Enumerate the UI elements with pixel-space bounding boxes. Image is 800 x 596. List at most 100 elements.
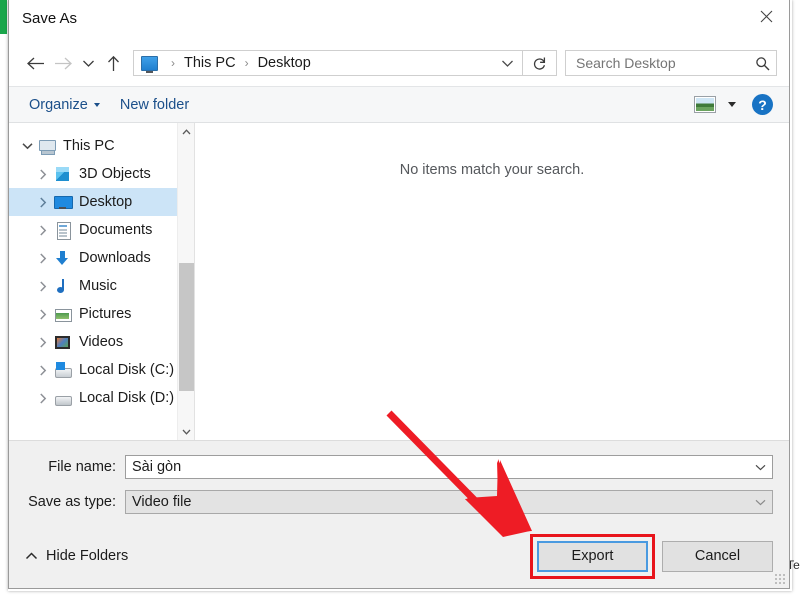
view-options-chevron-down-icon[interactable] [728,102,736,107]
sidebar-item-documents[interactable]: Documents [9,216,194,244]
picture-view-icon[interactable] [694,96,716,113]
sidebar-label-3d-objects: 3D Objects [79,166,151,182]
forward-button[interactable] [49,49,77,77]
save-as-type-label: Save as type: [28,494,116,510]
file-name-value[interactable]: Sài gòn [132,459,181,475]
address-dropdown-button[interactable] [492,51,522,75]
sidebar-item-downloads[interactable]: Downloads [9,244,194,272]
search-icon [755,56,770,71]
expander-chevron-right-icon[interactable] [35,250,51,266]
expander-chevron-right-icon[interactable] [35,334,51,350]
command-toolbar: Organize New folder ? [9,86,789,123]
desktop-icon [54,194,73,211]
sidebar-item-videos[interactable]: Videos [9,328,194,356]
chevron-down-icon [82,60,94,67]
help-icon[interactable]: ? [752,94,773,115]
organize-button[interactable]: Organize [19,93,110,117]
3d-objects-icon [54,166,71,183]
sidebar-scrollbar[interactable] [177,123,194,440]
cancel-button[interactable]: Cancel [662,540,773,572]
sidebar-item-local-disk-d[interactable]: Local Disk (D:) [9,384,194,412]
hide-folders-button[interactable]: Hide Folders [25,548,128,564]
expander-chevron-right-icon[interactable] [35,222,51,238]
navigation-bar: › This PC › Desktop Search Desktop [9,40,789,86]
documents-icon [54,221,71,240]
scrollbar-down-button[interactable] [178,423,194,440]
refresh-icon [533,57,546,70]
breadcrumb-this-pc[interactable]: This PC [182,55,238,71]
file-name-field[interactable]: Sài gòn [125,455,773,479]
expander-chevron-right-icon[interactable] [35,194,51,210]
new-folder-button[interactable]: New folder [110,93,199,117]
footer-buttons: Export Cancel [530,533,773,579]
sidebar-label-this-pc: This PC [63,138,115,154]
chevron-down-icon [501,60,513,67]
expander-chevron-right-icon[interactable] [35,278,51,294]
refresh-button[interactable] [523,50,557,76]
sidebar-label-pictures: Pictures [79,306,132,322]
folder-tree: This PC 3D Objects Desktop Documents Dow… [9,123,194,412]
expander-chevron-down-icon[interactable] [19,138,35,154]
sidebar-item-desktop[interactable]: Desktop [9,188,194,216]
sidebar-label-desktop: Desktop [79,194,133,210]
dialog-footer: Hide Folders Export Cancel [9,524,789,588]
pictures-icon [54,306,72,323]
desktop-monitor-icon [141,55,158,73]
save-as-type-chevron-down-icon[interactable] [748,491,772,513]
toolbar-right-group: ? [694,94,779,115]
search-input[interactable]: Search Desktop [576,55,755,71]
organize-label: Organize [29,96,88,113]
sidebar-item-local-disk-c[interactable]: Local Disk (C:) [9,356,194,384]
breadcrumb-separator-1: › [244,56,249,70]
expander-chevron-right-icon[interactable] [35,390,51,406]
sidebar-label-documents: Documents [79,222,153,238]
navigation-sidebar: This PC 3D Objects Desktop Documents Dow… [9,123,195,440]
file-name-row: File name: Sài gòn [25,454,773,480]
save-as-type-field[interactable]: Video file [125,490,773,514]
sidebar-item-pictures[interactable]: Pictures [9,300,194,328]
export-button-wrapper: Export [530,533,655,579]
arrow-up-icon [107,55,119,71]
music-icon [54,278,71,295]
sidebar-item-3d-objects[interactable]: 3D Objects [9,160,194,188]
downloads-icon [54,250,71,267]
up-button[interactable] [99,49,127,77]
expander-chevron-right-icon[interactable] [35,362,51,378]
hide-folders-label: Hide Folders [46,548,129,564]
resize-grip-icon[interactable] [774,573,786,585]
close-icon [760,10,772,23]
file-name-chevron-down-icon[interactable] [748,456,772,478]
sidebar-label-videos: Videos [79,334,124,350]
file-list-pane[interactable]: No items match your search. [195,123,789,440]
save-as-dialog: Save As › This PC › Desktop Search Deskt… [8,0,790,589]
empty-state-message: No items match your search. [399,162,585,178]
background-left-edge [0,34,7,596]
save-form-area: File name: Sài gòn Save as type: Video f… [9,440,789,524]
dialog-body: This PC 3D Objects Desktop Documents Dow… [9,123,789,440]
breadcrumb-desktop[interactable]: Desktop [256,55,313,71]
back-button[interactable] [21,49,49,77]
dialog-title: Save As [22,10,78,27]
recent-locations-button[interactable] [77,49,99,77]
dialog-titlebar: Save As [9,0,789,40]
file-name-label: File name: [48,459,116,475]
sidebar-label-local-disk-d: Local Disk (D:) [79,390,175,406]
sidebar-item-this-pc[interactable]: This PC [9,132,194,160]
breadcrumb-separator-0: › [171,56,175,70]
chevron-down-icon [93,102,100,107]
expander-chevron-right-icon[interactable] [35,306,51,322]
expander-chevron-right-icon[interactable] [35,166,51,182]
search-box[interactable]: Search Desktop [565,50,777,76]
sidebar-label-music: Music [79,278,117,294]
address-bar[interactable]: › This PC › Desktop [133,50,523,76]
arrow-right-icon [54,57,72,69]
sidebar-label-downloads: Downloads [79,250,151,266]
sidebar-item-music[interactable]: Music [9,272,194,300]
new-folder-label: New folder [119,96,190,113]
scrollbar-up-button[interactable] [178,123,194,140]
close-button[interactable] [743,0,789,33]
scrollbar-thumb[interactable] [179,263,194,391]
save-as-type-row: Save as type: Video file [25,489,773,515]
save-as-type-value: Video file [132,494,192,510]
export-button[interactable]: Export [537,540,648,572]
